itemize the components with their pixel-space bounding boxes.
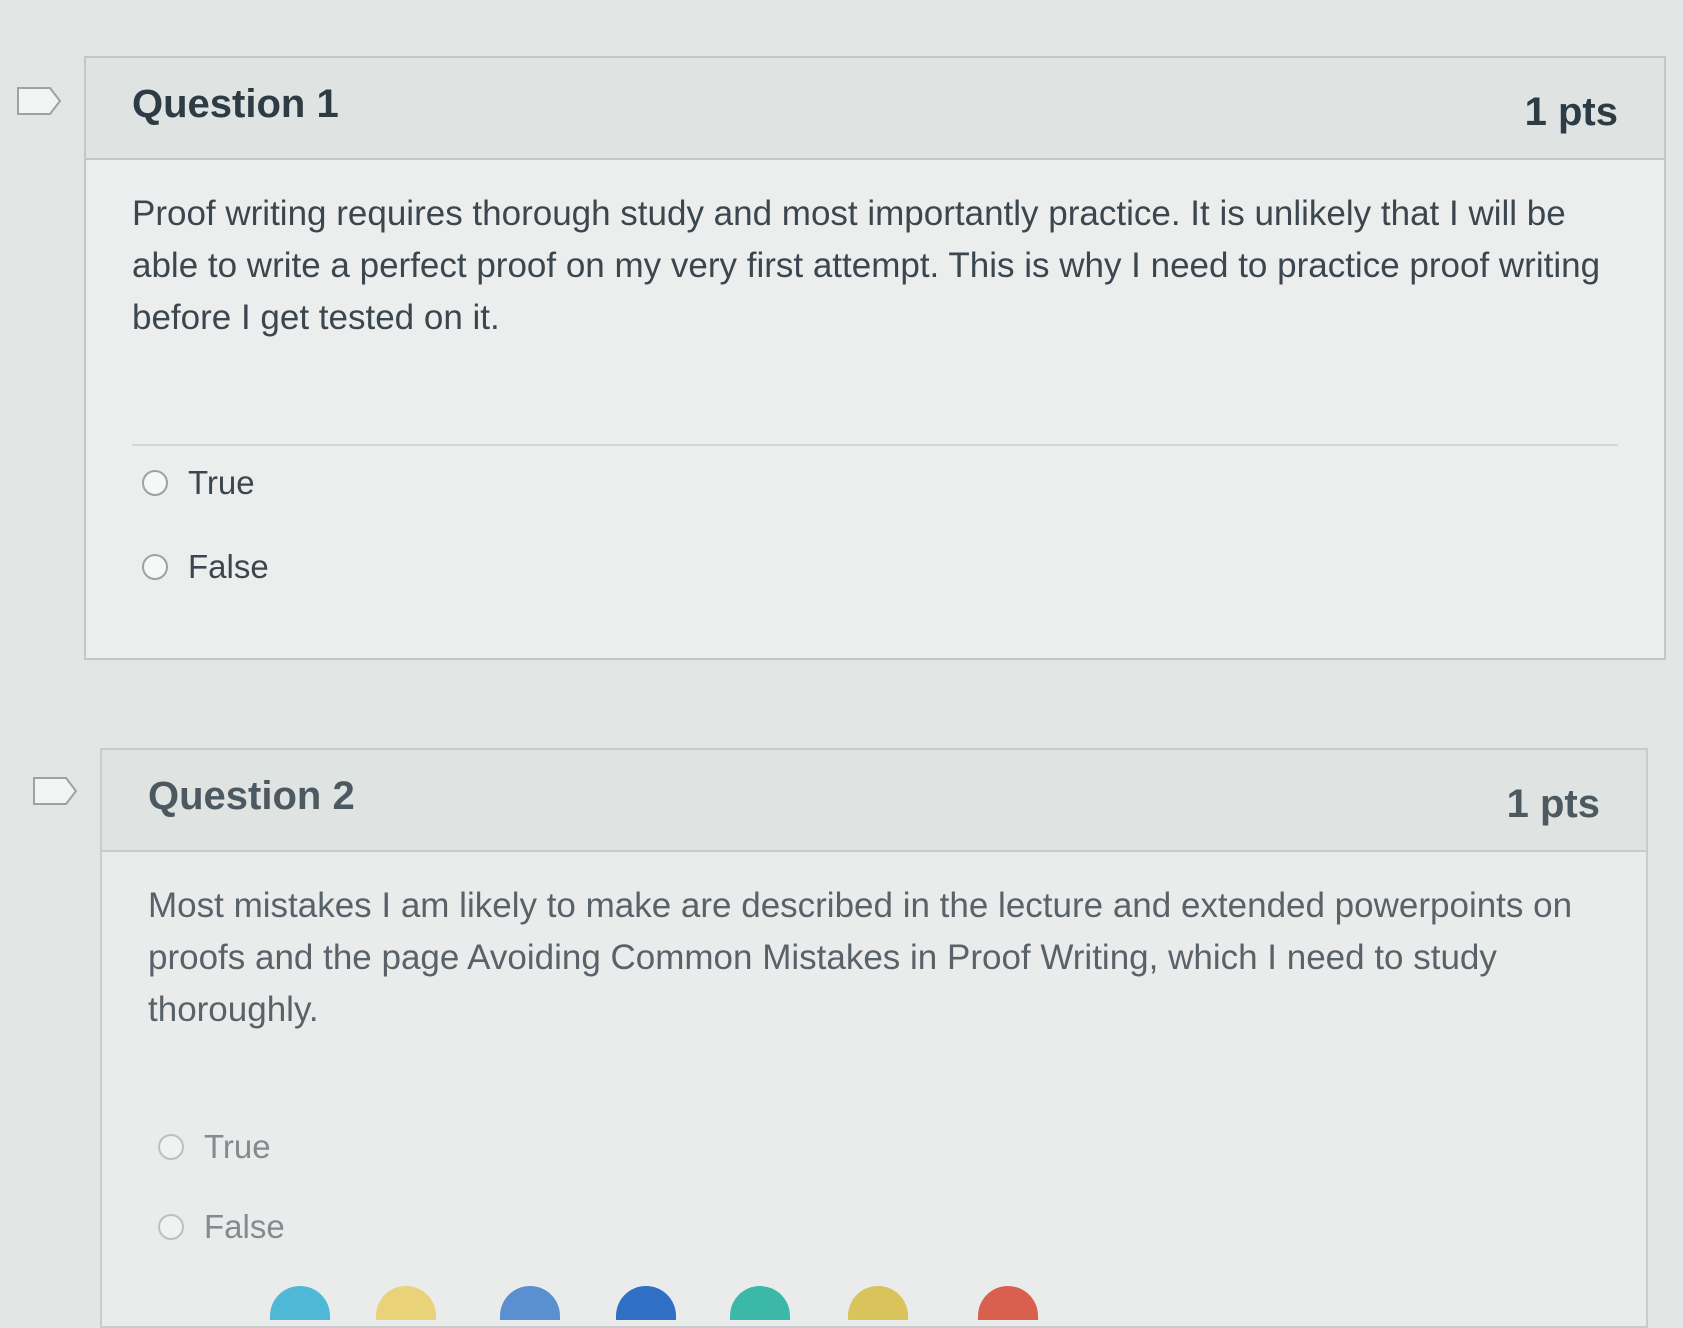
answer-label: True: [188, 464, 255, 501]
question-1-divider: [132, 444, 1618, 446]
question-2-answer-true[interactable]: True: [158, 1128, 271, 1166]
question-2-card: Question 2 1 pts Most mistakes I am like…: [100, 748, 1648, 1328]
taskbar-app-icon[interactable]: [848, 1286, 908, 1320]
taskbar-app-icon[interactable]: [730, 1286, 790, 1320]
question-1-points: 1 pts: [1524, 90, 1618, 134]
taskbar-app-icon[interactable]: [376, 1286, 436, 1320]
radio-unselected-icon[interactable]: [142, 470, 168, 496]
question-2-header: Question 2 1 pts: [102, 750, 1646, 852]
question-1-text: Proof writing requires thorough study an…: [132, 194, 1601, 337]
answer-label: False: [204, 1208, 285, 1245]
question-1-card: Question 1 1 pts Proof writing requires …: [84, 56, 1666, 660]
radio-unselected-icon[interactable]: [158, 1214, 184, 1240]
radio-unselected-icon[interactable]: [142, 554, 168, 580]
question-1-header: Question 1 1 pts: [86, 58, 1664, 160]
question-2-text: Most mistakes I am likely to make are de…: [148, 886, 1573, 1029]
radio-unselected-icon[interactable]: [158, 1134, 184, 1160]
taskbar-app-icon[interactable]: [500, 1286, 560, 1320]
answer-label: False: [188, 548, 269, 585]
question-2-answer-false[interactable]: False: [158, 1208, 285, 1246]
answer-label: True: [204, 1128, 271, 1165]
question-1-title: Question 1: [132, 82, 339, 126]
question-2-points: 1 pts: [1506, 782, 1600, 826]
question-2-title: Question 2: [148, 774, 355, 818]
flag-question-2-icon[interactable]: [32, 776, 78, 805]
question-1-answer-false[interactable]: False: [142, 548, 269, 586]
question-1-answer-true[interactable]: True: [142, 464, 255, 502]
taskbar-app-icon[interactable]: [270, 1286, 330, 1320]
taskbar-app-icon[interactable]: [978, 1286, 1038, 1320]
taskbar-app-icon[interactable]: [616, 1286, 676, 1320]
taskbar: [0, 1278, 1683, 1320]
flag-question-1-icon[interactable]: [16, 86, 62, 115]
